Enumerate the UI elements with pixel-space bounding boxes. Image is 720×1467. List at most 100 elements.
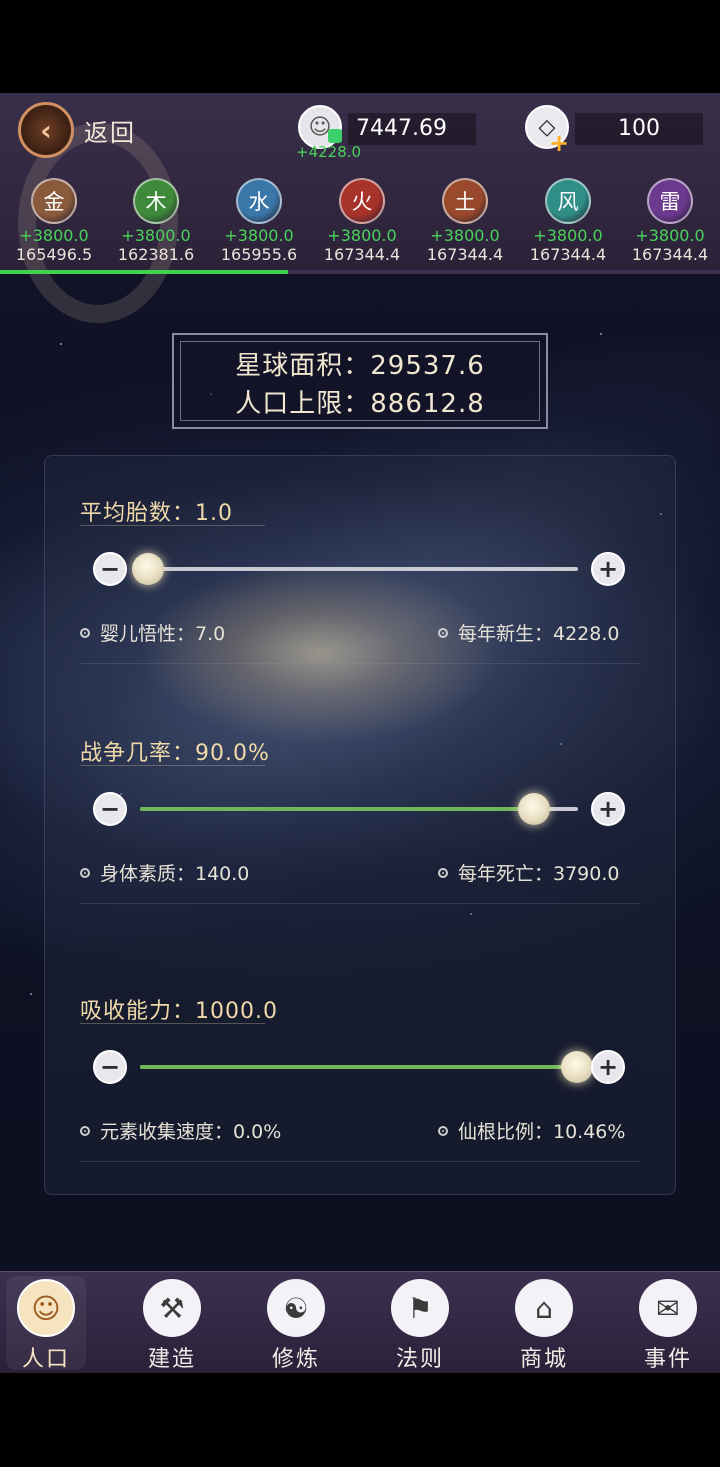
- element-orb-icon: 水: [236, 178, 282, 224]
- decrease-button[interactable]: −: [93, 792, 127, 826]
- element-orb-icon: 土: [442, 178, 488, 224]
- element-delta: +3800.0: [327, 226, 397, 245]
- bullet-icon: [438, 627, 448, 638]
- population-delta: +4228.0: [296, 143, 362, 161]
- bullet-icon: [80, 1125, 90, 1136]
- stat-left-text: 元素收集速度：0.0%: [100, 1121, 282, 1143]
- section-divider: [80, 1161, 640, 1162]
- star: [600, 333, 602, 335]
- bullet-icon: [438, 1125, 448, 1136]
- nav-item-0[interactable]: ☺ 人口: [0, 1279, 96, 1373]
- label-underline: [80, 1023, 265, 1024]
- stat-right-text: 每年新生：4228.0: [458, 623, 620, 645]
- nav-item-3[interactable]: ⚑ 法则: [370, 1279, 470, 1373]
- nav-item-2[interactable]: ☯ 修炼: [246, 1279, 346, 1373]
- control-label: 吸收能力：1000.0: [80, 999, 278, 1024]
- element-delta: +3800.0: [121, 226, 191, 245]
- population-value: 7447.69: [348, 113, 476, 145]
- element-orb-icon: 风: [545, 178, 591, 224]
- element-total: 167344.4: [426, 245, 504, 264]
- element-total: 167344.4: [529, 245, 607, 264]
- nav-label: 人口: [21, 1347, 70, 1372]
- element-delta: +3800.0: [19, 226, 89, 245]
- slider-track[interactable]: [140, 807, 578, 811]
- slider-knob[interactable]: [132, 553, 164, 585]
- nav-item-1[interactable]: ⚒ 建造: [122, 1279, 222, 1373]
- control-label: 平均胎数：1.0: [80, 501, 233, 526]
- element-delta: +3800.0: [533, 226, 603, 245]
- slider-knob[interactable]: [561, 1051, 593, 1083]
- population-cap: 人口上限：88612.8: [235, 389, 485, 419]
- nav-label: 建造: [147, 1347, 196, 1372]
- stat-left: 身体素质：140.0: [80, 859, 249, 886]
- element-progress-fill: [0, 270, 288, 274]
- nav-item-4[interactable]: ⌂ 商城: [494, 1279, 594, 1373]
- slider-fill: [140, 1065, 578, 1069]
- back-arrow-icon: ‹: [18, 102, 74, 158]
- slider-track[interactable]: [140, 1065, 578, 1069]
- element-total: 165496.5: [15, 245, 93, 264]
- navigation-bar-area: [0, 1373, 720, 1467]
- element-total: 167344.4: [631, 245, 709, 264]
- increase-button[interactable]: +: [591, 1050, 625, 1084]
- decrease-button[interactable]: −: [93, 1050, 127, 1084]
- element-item[interactable]: 风 +3800.0 167344.4: [516, 178, 620, 264]
- meditation-icon: ☯: [267, 1279, 325, 1337]
- banner-icon: ⚑: [391, 1279, 449, 1337]
- gem-value: 100: [575, 113, 703, 145]
- slider-track[interactable]: [140, 567, 578, 571]
- element-orb-icon: 木: [133, 178, 179, 224]
- element-delta: +3800.0: [224, 226, 294, 245]
- status-bar-area: [0, 0, 720, 93]
- element-total: 167344.4: [323, 245, 401, 264]
- back-button[interactable]: ‹ 返回: [18, 102, 136, 158]
- star: [60, 343, 62, 345]
- stat-left: 元素收集速度：0.0%: [80, 1117, 281, 1144]
- element-total: 162381.6: [117, 245, 195, 264]
- back-label: 返回: [84, 118, 136, 147]
- nav-label: 法则: [395, 1347, 444, 1372]
- bullet-icon: [80, 867, 90, 878]
- planet-area: 星球面积：29537.6: [235, 351, 485, 381]
- population-up-icon: [328, 129, 342, 143]
- stat-left-text: 婴儿悟性：7.0: [100, 623, 226, 645]
- element-item[interactable]: 水 +3800.0 165955.6: [207, 178, 311, 264]
- element-total: 165955.6: [220, 245, 298, 264]
- stat-right-text: 每年死亡：3790.0: [458, 863, 620, 885]
- bullet-icon: [80, 627, 90, 638]
- element-orb-icon: 火: [339, 178, 385, 224]
- bullet-icon: [438, 867, 448, 878]
- element-item[interactable]: 金 +3800.0 165496.5: [2, 178, 106, 264]
- stat-right: 每年新生：4228.0: [438, 619, 619, 646]
- element-item[interactable]: 土 +3800.0 167344.4: [413, 178, 517, 264]
- increase-button[interactable]: +: [591, 552, 625, 586]
- element-item[interactable]: 木 +3800.0 162381.6: [104, 178, 208, 264]
- increase-button[interactable]: +: [591, 792, 625, 826]
- shop-icon: ⌂: [515, 1279, 573, 1337]
- nav-label: 修炼: [271, 1347, 320, 1372]
- element-item[interactable]: 雷 +3800.0 167344.4: [618, 178, 720, 264]
- element-item[interactable]: 火 +3800.0 167344.4: [310, 178, 414, 264]
- decrease-button[interactable]: −: [93, 552, 127, 586]
- stat-right-text: 仙根比例：10.46%: [458, 1121, 626, 1143]
- slider-fill: [140, 807, 535, 811]
- label-underline: [80, 525, 265, 526]
- tools-icon: ⚒: [143, 1279, 201, 1337]
- stat-left: 婴儿悟性：7.0: [80, 619, 225, 646]
- element-delta: +3800.0: [430, 226, 500, 245]
- stat-right: 每年死亡：3790.0: [438, 859, 619, 886]
- planet-info-box: 星球面积：29537.6 人口上限：88612.8: [172, 333, 548, 429]
- element-orb-icon: 金: [31, 178, 77, 224]
- nav-item-5[interactable]: ✉ 事件: [618, 1279, 718, 1373]
- star: [30, 993, 32, 995]
- people-icon: ☺: [17, 1279, 75, 1337]
- section-divider: [80, 663, 640, 664]
- stat-left-text: 身体素质：140.0: [100, 863, 250, 885]
- book-icon: ✉: [639, 1279, 697, 1337]
- section-divider: [80, 903, 640, 904]
- add-gem-icon: +: [549, 129, 570, 157]
- element-delta: +3800.0: [635, 226, 705, 245]
- slider-knob[interactable]: [518, 793, 551, 825]
- nav-label: 事件: [643, 1347, 692, 1372]
- element-orb-icon: 雷: [647, 178, 693, 224]
